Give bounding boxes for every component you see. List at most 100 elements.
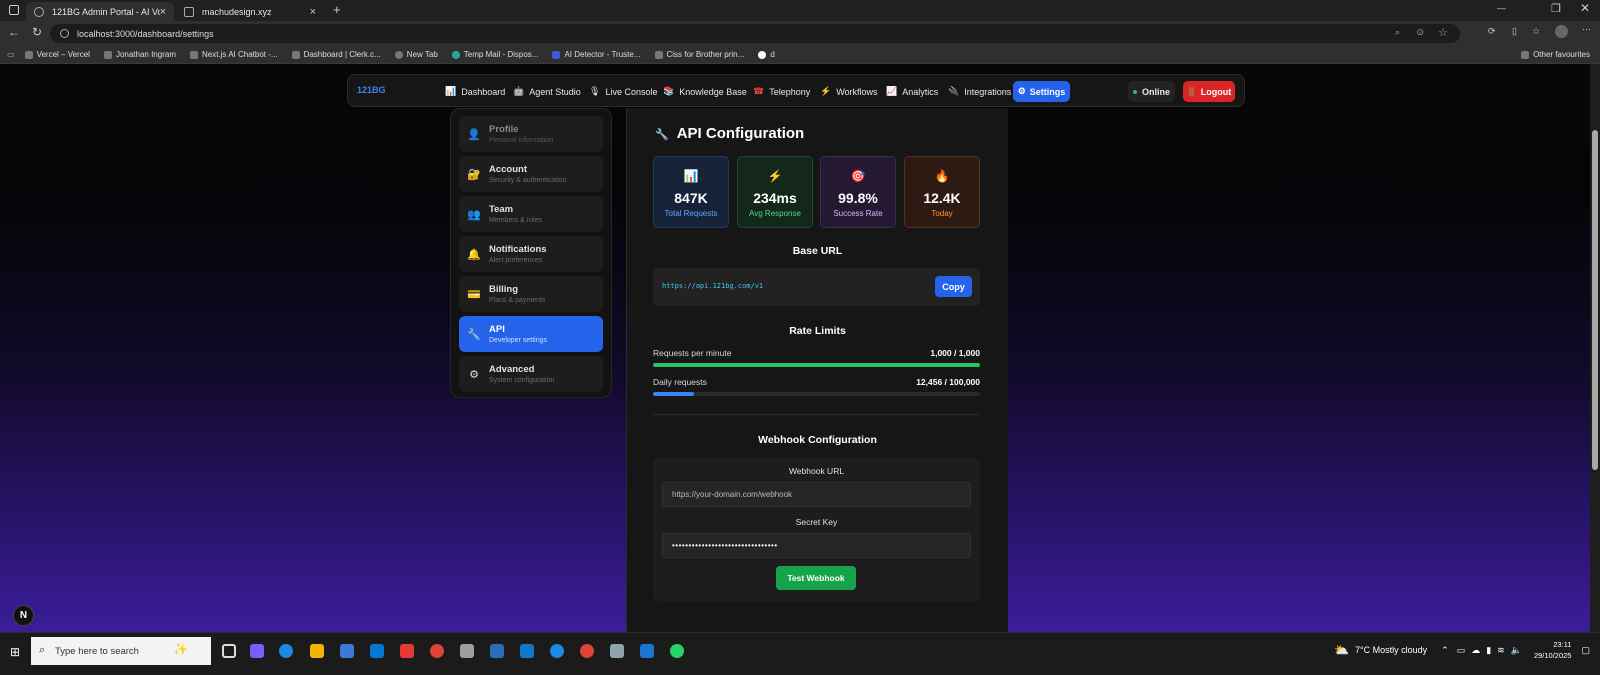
- volume-icon[interactable]: 🔈: [1511, 645, 1522, 656]
- zoom-icon[interactable]: ⌕: [1395, 27, 1400, 38]
- chevron-up-icon[interactable]: ⌃: [1441, 645, 1449, 656]
- bookmark-tempmail[interactable]: Temp Mail - Dispos...: [451, 50, 539, 59]
- favorites-icon[interactable]: ☆: [1532, 26, 1540, 37]
- extensions-icon[interactable]: ⟳: [1488, 26, 1496, 37]
- close-tab-icon[interactable]: ×: [160, 6, 166, 18]
- nav-workflows[interactable]: ⚡ Workflows: [820, 75, 878, 108]
- tab-title: 121BG Admin Portal - AI Voice Ag: [52, 6, 160, 17]
- notification-icon[interactable]: ▢: [1581, 645, 1590, 656]
- split-screen-icon[interactable]: ▯: [1512, 26, 1517, 37]
- other-favourites[interactable]: Other favourites: [1521, 50, 1590, 59]
- bookmark-aidetector[interactable]: AI Detector - Truste...: [552, 50, 641, 59]
- rate-limit-bar: [653, 392, 980, 396]
- sidebar-item-notifications[interactable]: 🔔 Notifications Alert preferences: [459, 236, 603, 272]
- bookmark-vercel[interactable]: Vercel – Vercel: [24, 50, 90, 59]
- bookmark-ciss[interactable]: Ciss for Brother prin...: [654, 50, 744, 59]
- copy-button[interactable]: Copy: [935, 276, 972, 297]
- chrome-profile-icon[interactable]: [580, 644, 594, 658]
- tab-favicon-icon: [34, 6, 44, 17]
- nav-telephony[interactable]: ☎ Telephony: [753, 75, 810, 108]
- reader-icon[interactable]: ⊙: [1416, 27, 1424, 38]
- rate-limit-value: 1,000 / 1,000: [930, 348, 980, 358]
- edge-icon[interactable]: [279, 644, 293, 658]
- taskbar-search[interactable]: ⌕ Type here to search ✨: [31, 637, 211, 665]
- bookmark-newtab[interactable]: New Tab: [394, 50, 438, 59]
- vscode-icon[interactable]: [520, 644, 534, 658]
- tab-actions-icon[interactable]: [9, 5, 19, 15]
- test-webhook-button[interactable]: Test Webhook: [776, 566, 856, 590]
- app-icon[interactable]: [460, 644, 474, 658]
- folder-icon: [103, 50, 112, 59]
- logout-button[interactable]: 🚪 Logout: [1183, 81, 1235, 102]
- favorite-star-icon[interactable]: ☆: [1438, 26, 1448, 39]
- secret-key-label: Secret Key: [795, 517, 838, 527]
- youtube-icon[interactable]: [400, 644, 414, 658]
- monitor-icon[interactable]: ▭: [1457, 645, 1466, 656]
- powershell-icon[interactable]: [490, 644, 504, 658]
- clock[interactable]: 23:11 29/10/2025: [1534, 639, 1572, 661]
- back-icon[interactable]: ←: [8, 25, 20, 39]
- site-info-icon[interactable]: [60, 29, 69, 38]
- secret-key-input[interactable]: ••••••••••••••••••••••••••••••••: [662, 533, 971, 558]
- system-tray: ⛅ 7°C Mostly cloudy ⌃ ▭ ☁ ▮ ≋ 🔈 23:11 29…: [1334, 639, 1590, 661]
- scrollbar-thumb[interactable]: [1592, 130, 1598, 470]
- close-window-icon[interactable]: ✕: [1580, 1, 1590, 15]
- nav-dashboard[interactable]: 📊 Dashboard: [445, 75, 505, 108]
- tab-machudesign[interactable]: machudesign.xyz ×: [176, 2, 324, 21]
- maximize-icon[interactable]: ❐: [1551, 2, 1561, 15]
- task-view-icon[interactable]: [222, 644, 236, 658]
- url-field[interactable]: localhost:3000/dashboard/settings ⌕ ⊙ ☆: [50, 24, 1460, 43]
- nav-integrations[interactable]: 🔌 Integrations: [948, 75, 1011, 108]
- stat-value: 847K: [674, 190, 708, 206]
- minimize-icon[interactable]: —: [1497, 3, 1506, 13]
- nextjs-dev-badge[interactable]: N: [13, 605, 34, 626]
- photos-icon[interactable]: [640, 644, 654, 658]
- nav-settings[interactable]: ⚙ Settings: [1013, 81, 1070, 102]
- sidebar-item-team[interactable]: 👥 Team Members & roles: [459, 196, 603, 232]
- nav-agent-studio[interactable]: 🤖 Agent Studio: [513, 75, 581, 108]
- door-icon: 🚪: [1186, 87, 1197, 96]
- bookmark-nextjs[interactable]: Next.js AI Chatbot -...: [189, 50, 278, 59]
- tab-admin-portal[interactable]: 121BG Admin Portal - AI Voice Ag ×: [26, 2, 174, 21]
- cloud-icon[interactable]: ☁: [1471, 645, 1480, 656]
- bookmark-jonathan[interactable]: Jonathan Ingram: [103, 50, 176, 59]
- sidebar-item-label: Billing: [489, 284, 519, 295]
- webhook-url-input[interactable]: https://your-domain.com/webhook: [662, 482, 971, 507]
- mail-icon[interactable]: [370, 644, 384, 658]
- collections-icon[interactable]: ▭: [7, 50, 15, 59]
- bookmark-d[interactable]: d: [758, 50, 775, 59]
- sidebar-item-api[interactable]: 🔧 API Developer settings: [459, 316, 603, 352]
- profile-avatar[interactable]: [1555, 25, 1568, 38]
- search-placeholder: Type here to search: [55, 645, 139, 657]
- close-tab-icon[interactable]: ×: [310, 6, 316, 18]
- edge-dev-icon[interactable]: [550, 644, 564, 658]
- copilot-icon[interactable]: [250, 644, 264, 658]
- base-url-value[interactable]: https://api.121bg.com/v1: [662, 282, 763, 290]
- nav-analytics[interactable]: 📈 Analytics: [886, 75, 938, 108]
- logo[interactable]: 121BG: [357, 85, 386, 95]
- nav-live-console[interactable]: 🎙 Live Console: [589, 75, 657, 108]
- sidebar-item-billing[interactable]: 💳 Billing Plans & payments: [459, 276, 603, 312]
- bookmark-label: Temp Mail - Dispos...: [463, 50, 539, 59]
- bookmark-clerk[interactable]: Dashboard | Clerk.c...: [291, 50, 381, 59]
- plug-icon: 🔌: [948, 86, 960, 96]
- weather-text[interactable]: 7°C Mostly cloudy: [1355, 645, 1427, 655]
- whatsapp-icon[interactable]: [670, 644, 684, 658]
- api-configuration-panel: 🔧 API Configuration 📊 847K Total Requests…: [626, 108, 1008, 632]
- notepad-icon[interactable]: [610, 644, 624, 658]
- wifi-icon[interactable]: ≋: [1497, 645, 1505, 656]
- windows-start-icon[interactable]: ⊞: [10, 645, 20, 659]
- sidebar-item-account[interactable]: 🔐 Account Security & authentication: [459, 156, 603, 192]
- search-icon: ⌕: [39, 644, 46, 656]
- store-icon[interactable]: [340, 644, 354, 658]
- sidebar-item-advanced[interactable]: ⚙ Advanced System configuration: [459, 356, 603, 392]
- page-scrollbar[interactable]: [1590, 64, 1600, 632]
- more-icon[interactable]: ⋯: [1582, 24, 1591, 35]
- new-tab-icon[interactable]: +: [333, 2, 341, 17]
- nav-knowledge-base[interactable]: 📚 Knowledge Base: [663, 75, 747, 108]
- chrome-icon[interactable]: [430, 644, 444, 658]
- refresh-icon[interactable]: ↻: [32, 25, 42, 39]
- sidebar-item-profile[interactable]: 👤 Profile Personal information: [459, 116, 603, 152]
- battery-icon[interactable]: ▮: [1486, 645, 1491, 656]
- file-explorer-icon[interactable]: [310, 644, 324, 658]
